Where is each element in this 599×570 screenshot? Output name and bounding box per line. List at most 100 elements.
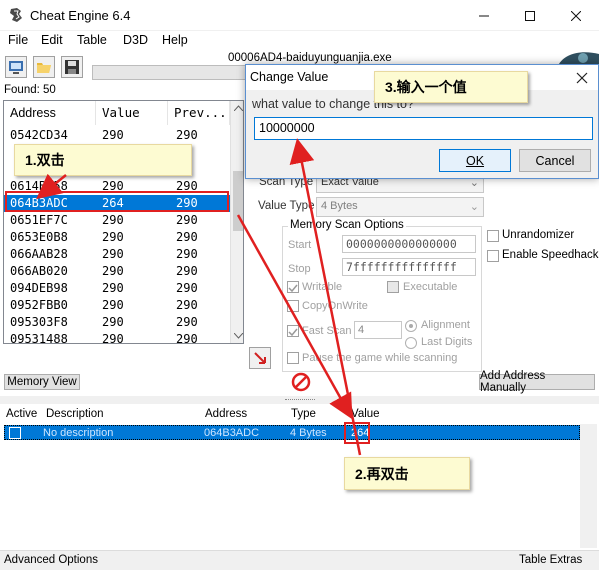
column-table-value[interactable]: Value (351, 408, 380, 420)
row-address: 0952FBB0 (10, 298, 68, 312)
row-value: 290 (102, 264, 124, 278)
column-type[interactable]: Type (291, 408, 316, 420)
last-digits-label: Last Digits (421, 336, 473, 348)
list-item[interactable]: 066AB020 290 290 (4, 263, 230, 280)
list-item[interactable]: 0952FBB0 290 290 (4, 297, 230, 314)
cheat-table-body (0, 440, 580, 546)
dialog-title: Change Value (250, 70, 329, 84)
close-icon[interactable] (573, 69, 591, 87)
row-previous: 290 (176, 281, 198, 295)
last-digits-radio[interactable] (405, 337, 417, 349)
callout-step3: 3.输入一个值 (374, 71, 528, 103)
results-scrollbar[interactable] (230, 101, 243, 343)
list-item[interactable]: 09531488 290 290 (4, 331, 230, 344)
value-type-value: 4 Bytes (321, 200, 358, 212)
stop-address-input[interactable]: 7fffffffffffffff (342, 258, 476, 276)
row-previous: 290 (176, 128, 198, 142)
row-previous: 290 (176, 264, 198, 278)
splitter[interactable] (0, 396, 599, 404)
row-address: 066AB020 (10, 264, 68, 278)
column-previous[interactable]: Prev... (168, 101, 230, 125)
menu-help[interactable]: Help (162, 33, 188, 47)
fast-scan-label: Fast Scan (302, 325, 352, 337)
alignment-label: Alignment (421, 319, 470, 331)
column-active[interactable]: Active (6, 408, 37, 420)
row-address: 094DEB98 (10, 281, 68, 295)
minimize-button[interactable] (461, 0, 507, 31)
menu-table[interactable]: Table (77, 33, 107, 47)
row-address: 0653E0B8 (10, 230, 68, 244)
new-value-input[interactable]: 10000000 (254, 117, 593, 140)
list-item[interactable]: 095303F8 290 290 (4, 314, 230, 331)
row-previous: 290 (176, 332, 198, 344)
row-address: 0542CD34 (10, 128, 68, 142)
list-item[interactable]: 0651EF7C 290 290 (4, 212, 230, 229)
value-type-label: Value Type (258, 200, 315, 212)
column-description[interactable]: Description (46, 408, 104, 420)
scan-progress-bar (92, 65, 252, 80)
status-bar: Advanced Options Table Extras (0, 550, 599, 570)
advanced-options-link[interactable]: Advanced Options (4, 554, 98, 566)
list-item[interactable]: 0542CD34 290 290 (4, 127, 230, 144)
fast-scan-input[interactable]: 4 (354, 321, 402, 339)
copy-on-write-label: CopyOnWrite (302, 300, 368, 312)
add-address-manually-button[interactable]: Add Address Manually (479, 370, 595, 394)
select-process-button[interactable] (5, 56, 27, 78)
cheat-table-header: Active Description Address Type Value (0, 405, 599, 424)
row-address: 09531488 (10, 332, 68, 344)
fast-scan-checkbox[interactable] (287, 325, 299, 337)
row-previous: 290 (176, 315, 198, 329)
highlight-result-row (5, 191, 229, 212)
save-icon[interactable] (61, 56, 83, 78)
process-name: 00006AD4-baiduyunguanjia.exe (228, 52, 392, 64)
highlight-table-value (344, 422, 370, 444)
scan-results-list[interactable]: Address Value Prev... 0542CD34 290 290 0614… (3, 100, 244, 344)
menu-d3d[interactable]: D3D (123, 33, 148, 47)
menu-edit[interactable]: Edit (41, 33, 63, 47)
copy-on-write-checkbox[interactable] (287, 300, 299, 312)
list-item[interactable]: 094DEB98 290 290 (4, 280, 230, 297)
ok-button[interactable]: OK (439, 149, 511, 172)
row-value: 290 (102, 247, 124, 261)
alignment-radio[interactable] (405, 320, 417, 332)
enable-speedhack-checkbox[interactable] (487, 250, 499, 262)
add-to-list-arrow-button[interactable] (249, 347, 271, 369)
start-address-input[interactable]: 0000000000000000 (342, 235, 476, 253)
table-scrollbar[interactable] (580, 424, 597, 548)
stop-label: Stop (288, 263, 311, 275)
executable-checkbox[interactable] (387, 281, 399, 293)
window-title: Cheat Engine 6.4 (30, 8, 131, 23)
pause-game-checkbox[interactable] (287, 352, 299, 364)
stop-icon[interactable] (291, 372, 311, 392)
value-type-select[interactable]: 4 Bytes ⌄ (316, 197, 484, 217)
row-value: 290 (102, 230, 124, 244)
table-extras-link[interactable]: Table Extras (519, 554, 582, 566)
close-button[interactable] (553, 0, 599, 31)
list-item[interactable]: 0653E0B8 290 290 (4, 229, 230, 246)
table-row[interactable]: No description 064B3ADC 4 Bytes 264 (4, 425, 580, 440)
open-file-icon[interactable] (33, 56, 55, 78)
row-previous: 290 (176, 213, 198, 227)
unrandomizer-checkbox[interactable] (487, 230, 499, 242)
memory-view-button[interactable]: Memory View (4, 374, 80, 390)
callout-step1: 1.双击 (14, 144, 192, 176)
list-item[interactable]: 066AAB28 290 290 (4, 246, 230, 263)
column-value[interactable]: Value (96, 101, 168, 125)
maximize-button[interactable] (507, 0, 553, 31)
executable-label: Executable (403, 281, 458, 293)
column-address[interactable]: Address (4, 101, 96, 125)
menu-file[interactable]: File (8, 33, 28, 47)
memory-scan-options-title: Memory Scan Options (288, 219, 406, 231)
row-value: 290 (102, 128, 124, 142)
row-description: No description (43, 427, 114, 439)
row-value: 290 (102, 213, 124, 227)
writable-checkbox[interactable] (287, 281, 299, 293)
row-value: 290 (102, 298, 124, 312)
enable-speedhack-label: Enable Speedhack (502, 249, 599, 261)
row-value: 290 (102, 281, 124, 295)
row-type: 4 Bytes (290, 427, 327, 439)
cancel-button[interactable]: Cancel (519, 149, 591, 172)
column-table-address[interactable]: Address (205, 408, 247, 420)
active-checkbox[interactable] (9, 427, 21, 439)
start-label: Start (288, 239, 312, 251)
